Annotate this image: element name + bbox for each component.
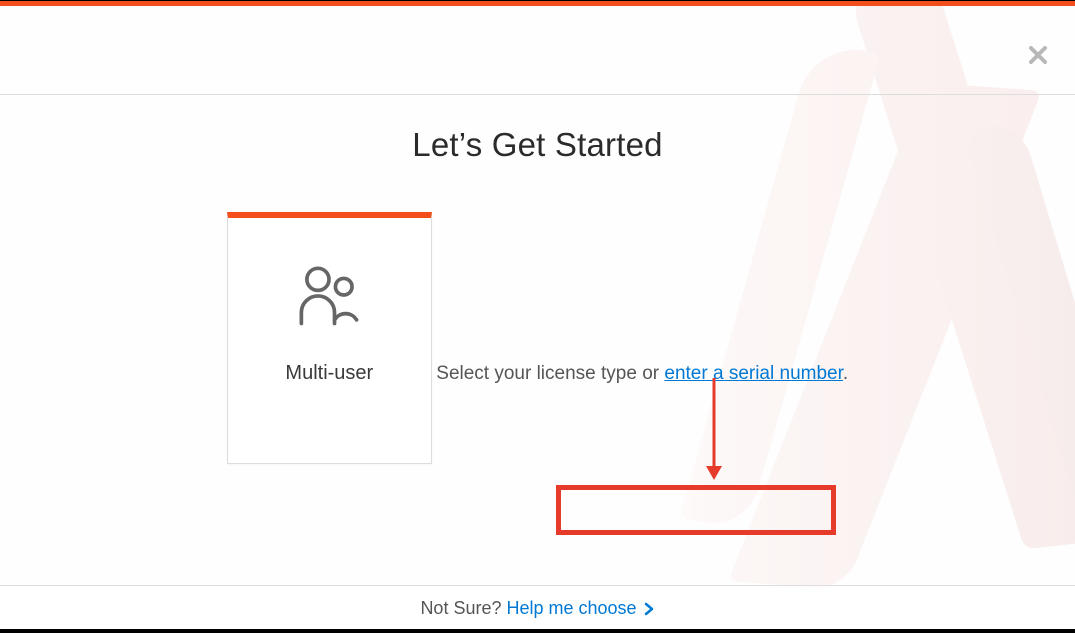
annotation-highlight-box [556,485,836,535]
enter-serial-link[interactable]: enter a serial number [664,363,843,384]
close-button[interactable] [1029,46,1047,64]
instruction-prefix: Select your license type or [436,363,664,384]
footer-prefix: Not Sure? [420,598,506,618]
users-icon [294,260,364,330]
instruction-suffix: . [843,363,848,384]
license-card-multi-user[interactable]: Multi-user [227,212,432,464]
close-icon [1029,46,1047,64]
header-divider [0,94,1075,95]
footer: Not Sure? Help me choose [0,585,1075,633]
instruction-text: Select your license type or enter a seri… [436,363,848,385]
help-me-choose-link[interactable]: Help me choose [506,598,636,618]
license-card-label: Multi-user [228,362,431,385]
chevron-right-icon [643,600,655,621]
page-title: Let’s Get Started [0,126,1075,164]
